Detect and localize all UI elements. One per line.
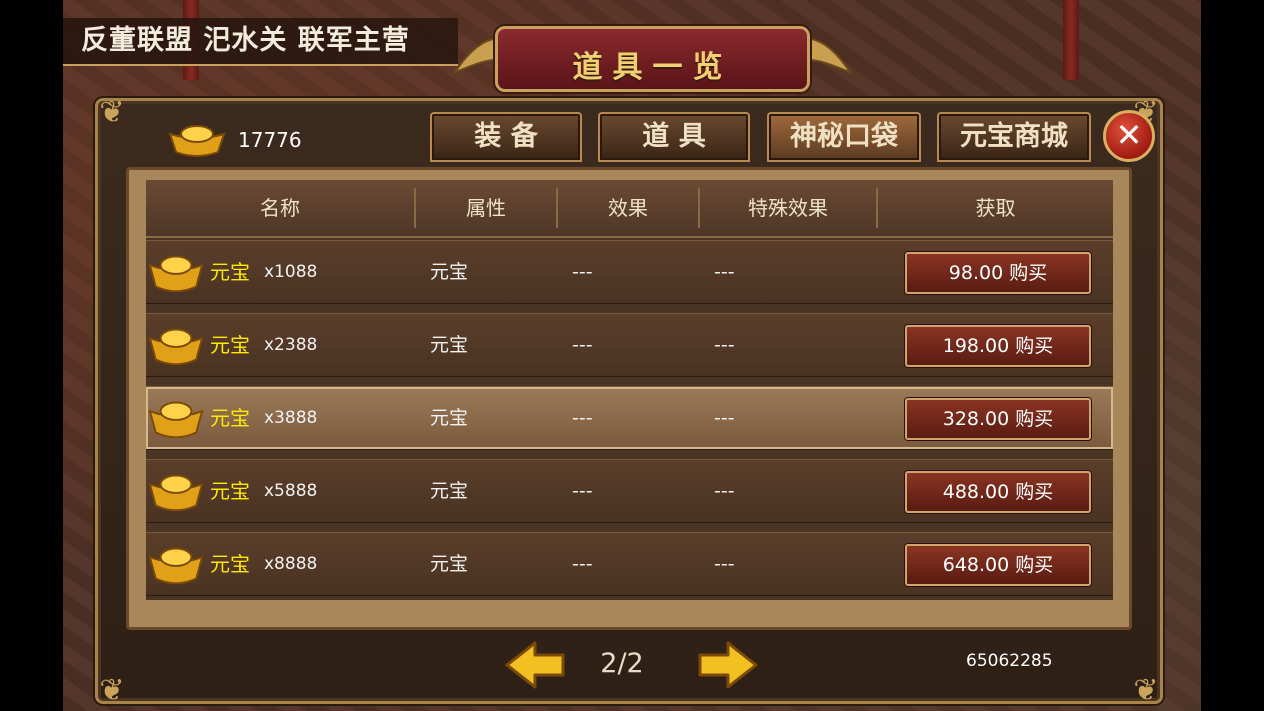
item-special-effect: --- xyxy=(714,261,735,283)
item-special-effect: --- xyxy=(714,480,735,502)
right-arrow-icon[interactable] xyxy=(696,640,758,690)
item-quantity: x5888 xyxy=(264,481,318,501)
item-table: 名称 属性 效果 特殊效果 获取 元宝 x1088 元宝 --- --- 98.… xyxy=(146,180,1113,600)
item-attribute: 元宝 xyxy=(430,334,469,356)
location-label: 反董联盟 汜水关 联军主营 xyxy=(63,18,458,66)
corner-ornament-icon: ❦ xyxy=(99,95,125,130)
item-attribute: 元宝 xyxy=(430,407,469,429)
page-indicator: 2/2 xyxy=(600,648,644,679)
item-quantity: x1088 xyxy=(264,262,318,282)
item-attribute: 元宝 xyxy=(430,261,469,283)
table-row: 元宝 x1088 元宝 --- --- 98.00 购买 xyxy=(146,240,1113,304)
item-special-effect: --- xyxy=(714,553,735,575)
buy-button[interactable]: 98.00 购买 xyxy=(905,252,1091,294)
header-special-effect: 特殊效果 xyxy=(748,196,828,220)
gold-ingot-icon xyxy=(148,547,204,585)
item-name: 元宝 xyxy=(210,333,250,357)
gold-amount: 17776 xyxy=(238,128,302,152)
item-attribute: 元宝 xyxy=(430,480,469,502)
item-effect: --- xyxy=(572,334,593,356)
item-effect: --- xyxy=(572,553,593,575)
item-name: 元宝 xyxy=(210,479,250,503)
gold-ingot-icon xyxy=(148,474,204,512)
buy-button[interactable]: 328.00 购买 xyxy=(905,398,1091,440)
gold-ingot-icon xyxy=(148,328,204,366)
item-effect: --- xyxy=(572,480,593,502)
item-effect: --- xyxy=(572,261,593,283)
window-title: 道具一览 xyxy=(572,50,733,85)
tab-mystery-bag[interactable]: 神秘口袋 xyxy=(767,112,921,162)
header-attribute: 属性 xyxy=(466,196,506,220)
gold-ingot-icon xyxy=(148,401,204,439)
player-id: 65062285 xyxy=(966,651,1053,671)
item-special-effect: --- xyxy=(714,334,735,356)
tab-items[interactable]: 道 具 xyxy=(598,112,750,162)
close-button[interactable]: ✕ xyxy=(1103,110,1155,162)
table-row: 元宝 x8888 元宝 --- --- 648.00 购买 xyxy=(146,532,1113,596)
table-row: 元宝 x2388 元宝 --- --- 198.00 购买 xyxy=(146,313,1113,377)
tab-equipment[interactable]: 装 备 xyxy=(430,112,582,162)
corner-ornament-icon: ❦ xyxy=(99,673,125,708)
item-quantity: x8888 xyxy=(264,554,318,574)
buy-button[interactable]: 648.00 购买 xyxy=(905,544,1091,586)
close-x-icon: ✕ xyxy=(1115,116,1143,154)
item-attribute: 元宝 xyxy=(430,553,469,575)
header-name: 名称 xyxy=(260,196,300,220)
header-effect: 效果 xyxy=(608,196,648,220)
corner-ornament-icon: ❦ xyxy=(1133,673,1159,708)
item-special-effect: --- xyxy=(714,407,735,429)
item-name: 元宝 xyxy=(210,406,250,430)
buy-button[interactable]: 198.00 购买 xyxy=(905,325,1091,367)
item-effect: --- xyxy=(572,407,593,429)
background-pillar xyxy=(1063,0,1079,80)
buy-button[interactable]: 488.00 购买 xyxy=(905,471,1091,513)
item-name: 元宝 xyxy=(210,260,250,284)
item-name: 元宝 xyxy=(210,552,250,576)
table-row-selected: 元宝 x3888 元宝 --- --- 328.00 购买 xyxy=(146,386,1113,450)
gold-ingot-icon xyxy=(168,125,226,157)
tab-ingot-shop[interactable]: 元宝商城 xyxy=(937,112,1091,162)
item-quantity: x3888 xyxy=(264,408,318,428)
left-arrow-icon[interactable] xyxy=(505,640,567,690)
table-header: 名称 属性 效果 特殊效果 获取 xyxy=(146,180,1113,238)
item-quantity: x2388 xyxy=(264,335,318,355)
title-plaque: 道具一览 xyxy=(445,12,860,102)
currency-display: 17776 xyxy=(168,120,302,160)
gold-ingot-icon xyxy=(148,255,204,293)
header-obtain: 获取 xyxy=(975,196,1016,220)
table-row: 元宝 x5888 元宝 --- --- 488.00 购买 xyxy=(146,459,1113,523)
